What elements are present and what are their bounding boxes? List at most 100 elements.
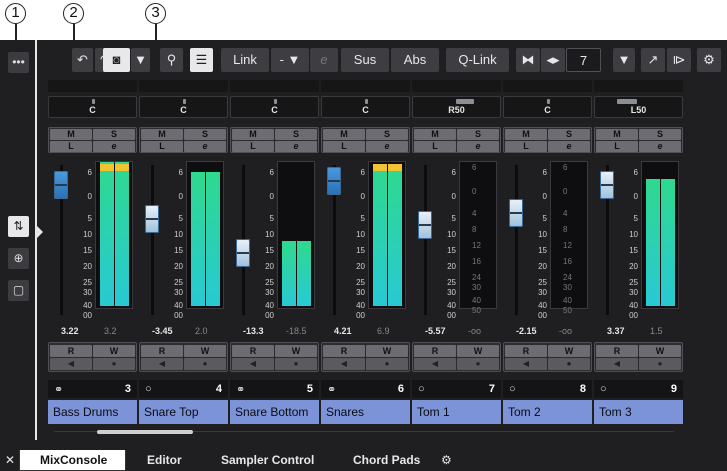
monitor-icon[interactable]: ◀ [414, 358, 456, 370]
channel-name[interactable]: Tom 1 [412, 400, 501, 424]
peak-value[interactable]: -oo [468, 326, 481, 336]
read-button[interactable]: R [596, 345, 638, 357]
pan-control[interactable]: C [230, 96, 319, 118]
solo-button[interactable]: S [639, 129, 681, 140]
mute-button[interactable]: M [141, 129, 183, 140]
monitor-icon[interactable]: ◀ [505, 358, 547, 370]
monitor-icon[interactable]: ◀ [596, 358, 638, 370]
record-icon[interactable]: ● [366, 358, 408, 370]
peak-value[interactable]: 3.2 [104, 326, 117, 336]
volume-value[interactable]: -3.45 [152, 326, 173, 336]
channel-name[interactable]: Tom 2 [503, 400, 592, 424]
tab-editor[interactable]: Editor [147, 453, 182, 467]
pan-control[interactable]: C [139, 96, 228, 118]
listen-button[interactable]: L [323, 141, 365, 152]
close-icon[interactable]: ✕ [5, 453, 15, 467]
write-button[interactable]: W [184, 345, 226, 357]
write-button[interactable]: W [366, 345, 408, 357]
edit-channel-button[interactable]: e [548, 141, 590, 152]
pan-control[interactable]: L50 [594, 96, 683, 118]
read-button[interactable]: R [50, 345, 92, 357]
pan-control[interactable]: C [503, 96, 592, 118]
record-icon[interactable]: ● [275, 358, 317, 370]
edit-channel-button[interactable]: e [275, 141, 317, 152]
tab-mixconsole[interactable]: MixConsole [19, 450, 126, 471]
faders-icon[interactable]: ⇅ [8, 216, 29, 237]
mute-button[interactable]: M [232, 129, 274, 140]
detach-icon[interactable]: ↗ [641, 48, 665, 72]
rack-icon[interactable]: ▢ [8, 280, 29, 301]
volume-fader[interactable] [327, 167, 341, 195]
zoom-value-field[interactable]: 7 [566, 48, 601, 72]
link-mode-dropdown[interactable]: - ▼ [271, 48, 309, 72]
read-button[interactable]: R [141, 345, 183, 357]
tab-sampler-control[interactable]: Sampler Control [221, 453, 314, 467]
gear-icon[interactable]: ⚙ [697, 48, 721, 72]
write-button[interactable]: W [548, 345, 590, 357]
volume-fader[interactable] [236, 239, 250, 267]
link-button[interactable]: Link [221, 48, 269, 72]
record-icon[interactable]: ● [184, 358, 226, 370]
read-button[interactable]: R [323, 345, 365, 357]
peak-value[interactable]: -18.5 [286, 326, 307, 336]
channel-name[interactable]: Snare Top [139, 400, 228, 424]
volume-fader[interactable] [600, 171, 614, 199]
solo-button[interactable]: S [184, 129, 226, 140]
volume-fader[interactable] [54, 171, 68, 199]
listen-button[interactable]: L [596, 141, 638, 152]
solo-button[interactable]: S [93, 129, 135, 140]
magnifier-icon[interactable]: ⚲ [160, 48, 183, 72]
peak-value[interactable]: 2.0 [195, 326, 208, 336]
tab-chord-pads[interactable]: Chord Pads [353, 453, 420, 467]
volume-fader[interactable] [145, 205, 159, 233]
zoom-dropdown[interactable]: ▼ [613, 48, 635, 72]
abs-button[interactable]: Abs [391, 48, 439, 72]
record-icon[interactable]: ● [457, 358, 499, 370]
read-button[interactable]: R [232, 345, 274, 357]
volume-value[interactable]: 3.22 [61, 326, 79, 336]
solo-button[interactable]: S [548, 129, 590, 140]
window-zoom-icon[interactable]: ⧐ [667, 48, 691, 72]
mute-button[interactable]: M [505, 129, 547, 140]
list-icon[interactable]: ☰ [190, 48, 213, 72]
mute-button[interactable]: M [323, 129, 365, 140]
monitor-icon[interactable]: ◀ [323, 358, 365, 370]
read-button[interactable]: R [414, 345, 456, 357]
edit-channel-button[interactable]: e [366, 141, 408, 152]
arrows-icon[interactable]: ◂▸ [541, 48, 565, 72]
write-button[interactable]: W [275, 345, 317, 357]
solo-button[interactable]: S [457, 129, 499, 140]
edit-channel-button[interactable]: e [93, 141, 135, 152]
volume-fader[interactable] [509, 199, 523, 227]
routing-icon[interactable]: ⊕ [8, 248, 29, 269]
volume-value[interactable]: 4.21 [334, 326, 352, 336]
edit-channel-button[interactable]: e [457, 141, 499, 152]
listen-button[interactable]: L [505, 141, 547, 152]
write-button[interactable]: W [93, 345, 135, 357]
pan-control[interactable]: R50 [412, 96, 501, 118]
listen-button[interactable]: L [232, 141, 274, 152]
listen-button[interactable]: L [141, 141, 183, 152]
peak-value[interactable]: 6.9 [377, 326, 390, 336]
monitor-icon[interactable]: ◀ [232, 358, 274, 370]
pan-control[interactable]: C [48, 96, 137, 118]
channel-name[interactable]: Bass Drums [48, 400, 137, 424]
solo-button[interactable]: S [366, 129, 408, 140]
listen-button[interactable]: L [50, 141, 92, 152]
edit-channel-button[interactable]: e [184, 141, 226, 152]
volume-value[interactable]: -5.57 [425, 326, 446, 336]
record-icon[interactable]: ● [639, 358, 681, 370]
gear-icon[interactable]: ⚙ [441, 453, 452, 467]
volume-fader[interactable] [418, 211, 432, 239]
qlink-button[interactable]: Q-Link [446, 48, 509, 72]
mute-button[interactable]: M [50, 129, 92, 140]
camera-icon[interactable]: ◙ [103, 48, 130, 72]
snapshot-dropdown[interactable]: ▼ [131, 48, 150, 72]
peak-value[interactable]: 1.5 [650, 326, 663, 336]
zone-expand-arrow[interactable] [37, 226, 43, 238]
sus-button[interactable]: Sus [341, 48, 389, 72]
mute-button[interactable]: M [414, 129, 456, 140]
record-icon[interactable]: ● [548, 358, 590, 370]
solo-button[interactable]: S [275, 129, 317, 140]
read-button[interactable]: R [505, 345, 547, 357]
